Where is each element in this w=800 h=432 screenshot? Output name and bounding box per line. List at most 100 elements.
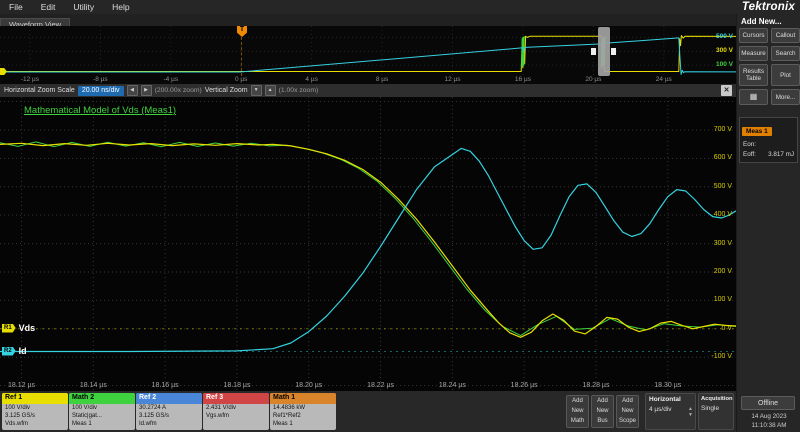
h-zoom-decrease-button[interactable]: ◀ — [127, 85, 138, 96]
zoom-window-left-handle[interactable] — [591, 48, 596, 55]
acquisition-settings-badge[interactable]: Acquisition Single — [698, 393, 734, 430]
badge-line: Meas 1 — [270, 420, 336, 428]
badge-ref2-title: Ref 2 — [136, 393, 202, 404]
y-axis-tick-label: 600 V — [714, 154, 732, 161]
zoom-waveform-view[interactable]: Mathematical Model of Vds (Meas1) R1 Vds… — [0, 97, 736, 391]
badge-math2[interactable]: Math 2 100 V/div Static|gat... Meas 1 — [69, 393, 135, 430]
horizontal-title: Horizontal — [649, 396, 692, 403]
x-axis-tick-label: 18.18 µs — [223, 382, 250, 389]
meas-row-eoff: Eoff: 3.817 mJ — [742, 151, 795, 158]
badge-ref2[interactable]: Ref 2 30.2724 A 3.125 GS/s Id.wfm — [136, 393, 202, 430]
x-axis-tick-label: 18.30 µs — [654, 382, 681, 389]
x-axis-tick-label: 18.28 µs — [582, 382, 609, 389]
x-axis-tick-label: 20 µs — [585, 76, 601, 83]
x-axis-tick-label: -12 µs — [21, 76, 39, 83]
measure-button[interactable]: Measure — [739, 46, 768, 61]
menu-edit[interactable]: Edit — [32, 2, 65, 12]
add-new-bus-button[interactable]: AddNewBus — [591, 395, 614, 428]
x-axis-tick-label: 24 µs — [656, 76, 672, 83]
x-axis-tick-label: 18.20 µs — [295, 382, 322, 389]
x-axis-tick-label: 12 µs — [445, 76, 461, 83]
x-axis-tick-label: 18.22 µs — [367, 382, 394, 389]
main-chart-canvas — [0, 97, 736, 391]
trigger-position-line — [241, 37, 242, 76]
settings-badge-strip: Ref 1 100 V/div 3.125 GS/s Vds.wfm Math … — [0, 391, 736, 432]
plot-title: Mathematical Model of Vds (Meas1) — [24, 105, 176, 116]
trace-Vds-overview — [0, 36, 736, 72]
horizontal-scale-steppers[interactable]: ▲ ▼ — [688, 406, 693, 418]
x-axis-tick-label: 18.24 µs — [439, 382, 466, 389]
zoom-close-button[interactable]: ✕ — [721, 85, 732, 96]
x-axis-tick-label: 4 µs — [305, 76, 317, 83]
badge-line: 100 V/div — [2, 404, 68, 412]
tab-row: Waveform View — [0, 14, 736, 26]
menu-utility[interactable]: Utility — [64, 2, 103, 12]
badge-line: Id.wfm — [136, 420, 202, 428]
right-sidebar: Add New... Cursors Callout Measure Searc… — [736, 14, 800, 432]
menu-file[interactable]: File — [0, 2, 32, 12]
search-button[interactable]: Search — [771, 46, 800, 61]
menu-bar: File Edit Utility Help Tektronix — [0, 0, 800, 14]
v-zoom-decrease-button[interactable]: ▼ — [251, 85, 262, 96]
badge-line: 2.431 V/div — [203, 404, 269, 412]
v-zoom-increase-button[interactable]: ▲ — [265, 85, 276, 96]
x-axis-tick-label: -4 µs — [163, 76, 178, 83]
add-new-math-button[interactable]: AddNewMath — [566, 395, 589, 428]
badge-line: Vgs.wfm — [203, 412, 269, 420]
trace-Vds-model — [0, 142, 736, 336]
badge-ref1[interactable]: Ref 1 100 V/div 3.125 GS/s Vds.wfm — [2, 393, 68, 430]
x-axis-tick-label: 0 µs — [235, 76, 247, 83]
horizontal-settings-badge[interactable]: Horizontal 4 µs/div ▲ ▼ — [645, 393, 696, 430]
h-zoom-increase-button[interactable]: ▶ — [141, 85, 152, 96]
y-axis-tick-label: 200 V — [714, 268, 732, 275]
acquisition-title: Acquisition — [701, 396, 731, 402]
add-new-header: Add New... — [737, 14, 800, 28]
keypad-icon[interactable]: ▦ — [739, 89, 768, 105]
plot-button[interactable]: Plot — [771, 64, 800, 86]
cursors-button[interactable]: Cursors — [739, 28, 768, 43]
meas-row-eon: Eon: — [742, 141, 795, 148]
ref1-channel-tag[interactable]: R1 — [2, 324, 16, 333]
horizontal-zoom-scale-value[interactable]: 20.00 ns/div — [78, 86, 124, 96]
trace-Vds — [0, 143, 736, 337]
add-new-scope-button[interactable]: AddNewScope — [616, 395, 639, 428]
x-axis-tick-label: 8 µs — [376, 76, 388, 83]
badge-line: 100 V/div — [69, 404, 135, 412]
callout-button[interactable]: Callout — [771, 28, 800, 43]
y-axis-tick-label: -100 V — [711, 353, 732, 360]
more-button[interactable]: More... — [771, 89, 800, 105]
badge-line: Static|gat... — [69, 412, 135, 420]
badge-line: 14.4836 kW — [270, 404, 336, 412]
vertical-zoom-label: Vertical Zoom — [205, 87, 248, 94]
trace-Id-overview — [0, 38, 736, 75]
badge-math1[interactable]: Math 1 14.4836 kW Ref1*Ref2 Meas 1 — [270, 393, 336, 430]
meas1-badge[interactable]: Meas 1 — [742, 127, 772, 136]
badge-line: Ref1*Ref2 — [270, 412, 336, 420]
zoom-window-right-handle[interactable] — [611, 48, 616, 55]
badge-math1-title: Math 1 — [270, 393, 336, 404]
trace-handle-id: R2 Id — [2, 346, 27, 356]
badge-math2-title: Math 2 — [69, 393, 135, 404]
overview-waveform-strip[interactable]: T -12 µs-8 µs-4 µs0 µs4 µs8 µs12 µs16 µs… — [0, 26, 736, 84]
y-axis-tick-label: 500 V — [716, 33, 733, 40]
y-axis-tick-label: 100 V — [716, 61, 733, 68]
down-arrow-icon[interactable]: ▼ — [688, 412, 693, 418]
overview-chart-canvas — [0, 26, 736, 84]
tekscope-app: File Edit Utility Help Tektronix Wavefor… — [0, 0, 800, 432]
trace-Id — [0, 148, 736, 351]
y-axis-tick-label: 100 V — [714, 296, 732, 303]
horizontal-zoom-factor: (200.00x zoom) — [155, 87, 202, 94]
badge-ref3[interactable]: Ref 3 2.431 V/div Vgs.wfm — [203, 393, 269, 430]
offline-status-button[interactable]: Offline — [741, 396, 795, 410]
trace-handle-vds: R1 Vds — [2, 323, 35, 333]
y-axis-tick-label: 300 V — [714, 240, 732, 247]
vertical-zoom-factor: (1.00x zoom) — [279, 87, 319, 94]
zoom-window-bar[interactable] — [598, 27, 610, 76]
x-axis-tick-label: 18.14 µs — [80, 382, 107, 389]
menu-help[interactable]: Help — [103, 2, 138, 12]
horizontal-scale-value: 4 µs/div — [649, 406, 692, 413]
date-time-display: 14 Aug 2023 11:10:38 AM — [737, 413, 800, 430]
results-table-button[interactable]: Results Table — [739, 64, 768, 86]
ref2-channel-tag[interactable]: R2 — [2, 347, 16, 356]
y-axis-tick-label: 700 V — [714, 126, 732, 133]
